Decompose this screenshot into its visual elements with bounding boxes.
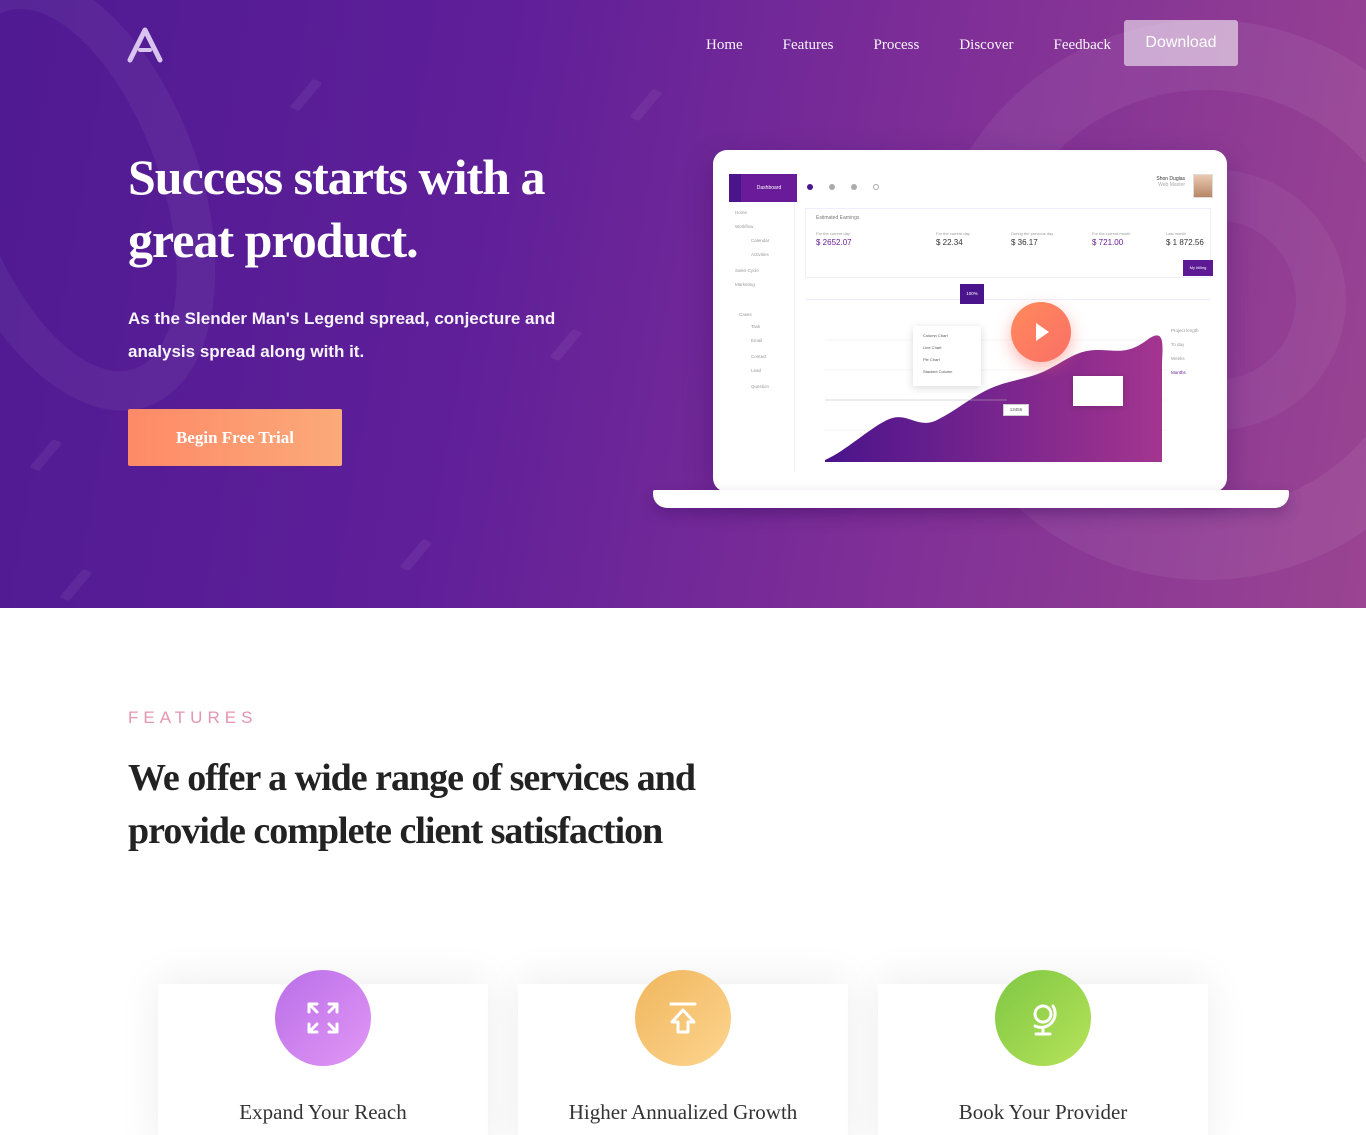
chart-value-tag: 13456 [1003,404,1029,416]
message-icon [829,184,835,190]
nav-home[interactable]: Home [706,34,743,56]
chart-menu-item: Pie Chart [923,357,940,362]
gear-icon [851,184,857,190]
dashboard-sidebar-item: Activities [751,252,769,257]
globe-icon [995,970,1091,1066]
earnings-title: Estimated Earnings [816,215,860,221]
chart-type-menu: Column Chart Line Chart Pie Chart Stacke… [913,326,981,386]
play-video-button[interactable] [1011,302,1071,362]
nav-feedback[interactable]: Feedback [1053,34,1110,56]
earnings-label: For the current day [816,231,850,236]
hero-decoration [399,538,433,572]
avatar [1193,174,1213,198]
nav-discover[interactable]: Discover [959,34,1013,56]
hero-decoration [59,568,93,602]
earnings-label: During the previous day [1011,231,1054,236]
dashboard-sidebar: Home Workflow Calendar Activities Sales … [729,202,795,472]
dashboard-user-role: Web Master [1158,182,1185,188]
my-billing-button: My billing [1183,260,1213,276]
dashboard-sidebar-item: Marketing [735,282,755,287]
dashboard-sidebar-item: Cases [739,312,752,317]
earnings-item: For the current month $ 721.00 [1092,231,1130,247]
earnings-item: For the current day $ 2652.07 [816,231,852,247]
upload-arrow-icon [635,970,731,1066]
earnings-value: $ 2652.07 [816,238,852,247]
main-nav: Home Features Process Discover Feedback [700,34,1151,56]
dashboard-sidebar-item: Workflow [735,224,754,229]
features-title: We offer a wide range of services and pr… [128,757,696,852]
earnings-value: $ 36.17 [1011,238,1038,247]
earnings-value: $ 721.00 [1092,238,1124,247]
dashboard-tab: Dashboard [741,174,797,202]
estimated-earnings-panel: Estimated Earnings For the current day $ … [805,208,1211,278]
hero-section: Home Features Process Discover Feedback … [0,0,1366,608]
chart-menu-item: Line Chart [923,345,942,350]
nav-process[interactable]: Process [874,34,920,56]
notification-icon [807,184,813,190]
hero-subtitle: As the Slender Man's Legend spread, conj… [128,309,556,361]
expand-arrows-icon [275,970,371,1066]
download-button[interactable]: Download [1124,20,1238,66]
chart-tooltip [1073,376,1123,406]
dashboard-sidebar-item: Lead [751,368,762,373]
feature-card[interactable]: Higher Annualized Growth [518,970,848,1135]
earnings-label: For the current day [936,231,970,236]
hero-decoration [29,438,63,472]
feature-card-title: Higher Annualized Growth [568,1100,798,1124]
project-length-filter: Project length To day Weeks Months [1171,324,1199,380]
project-length-option: Weeks [1171,356,1185,361]
dashboard-sidebar-item: Contact [751,354,767,359]
earnings-item: Last month $ 1 872.56 [1166,231,1204,247]
project-length-label: Project length [1171,328,1199,333]
brand-logo-icon[interactable] [126,26,164,64]
earnings-item: For the current day $ 22.34 [936,231,970,247]
feature-card-title: Expand Your Reach [239,1100,407,1124]
chart-menu-item: Stacked Column [923,369,953,374]
dashboard-sidebar-item: Calendar [751,238,770,243]
chart-toolbar [805,284,1211,300]
laptop-screen: Dashboard Shon Duglas Web Master Home Wo… [713,150,1227,492]
hero-decoration [629,88,663,122]
begin-free-trial-button[interactable]: Begin Free Trial [128,409,342,466]
feature-card[interactable]: Book Your Provider [878,970,1208,1135]
dashboard-sidebar-item: Home [735,210,748,215]
dashboard-sidebar-item: Task [751,324,761,329]
project-length-option: To day [1171,342,1185,347]
project-length-option: Months [1171,370,1186,375]
search-icon [873,184,879,190]
laptop-mockup: Dashboard Shon Duglas Web Master Home Wo… [653,150,1289,510]
dashboard-sidebar-item: Question [751,384,770,389]
dashboard-sidebar-item: Email [751,338,763,343]
feature-card-title: Book Your Provider [958,1100,1128,1124]
chart-menu-item: Column Chart [923,333,948,338]
earnings-label: Last month [1166,231,1186,236]
hero-decoration [289,78,323,112]
dashboard-user: Shon Duglas Web Master [1156,176,1185,188]
earnings-value: $ 22.34 [936,238,963,247]
earnings-label: For the current month [1092,231,1131,236]
hero-title: Success starts with a great product. [128,149,545,268]
dashboard-screenshot: Dashboard Shon Duglas Web Master Home Wo… [727,170,1213,476]
dashboard-sidebar-item: Sales Cycle [735,268,759,273]
dashboard-brand [729,174,741,202]
earnings-item: During the previous day $ 36.17 [1011,231,1053,247]
earnings-value: $ 1 872.56 [1166,238,1204,247]
laptop-base [653,490,1289,508]
feature-card[interactable]: Expand Your Reach [158,970,488,1135]
features-label: FEATURES [128,708,258,727]
zoom-indicator: 100% [960,284,984,304]
nav-features[interactable]: Features [783,34,834,56]
